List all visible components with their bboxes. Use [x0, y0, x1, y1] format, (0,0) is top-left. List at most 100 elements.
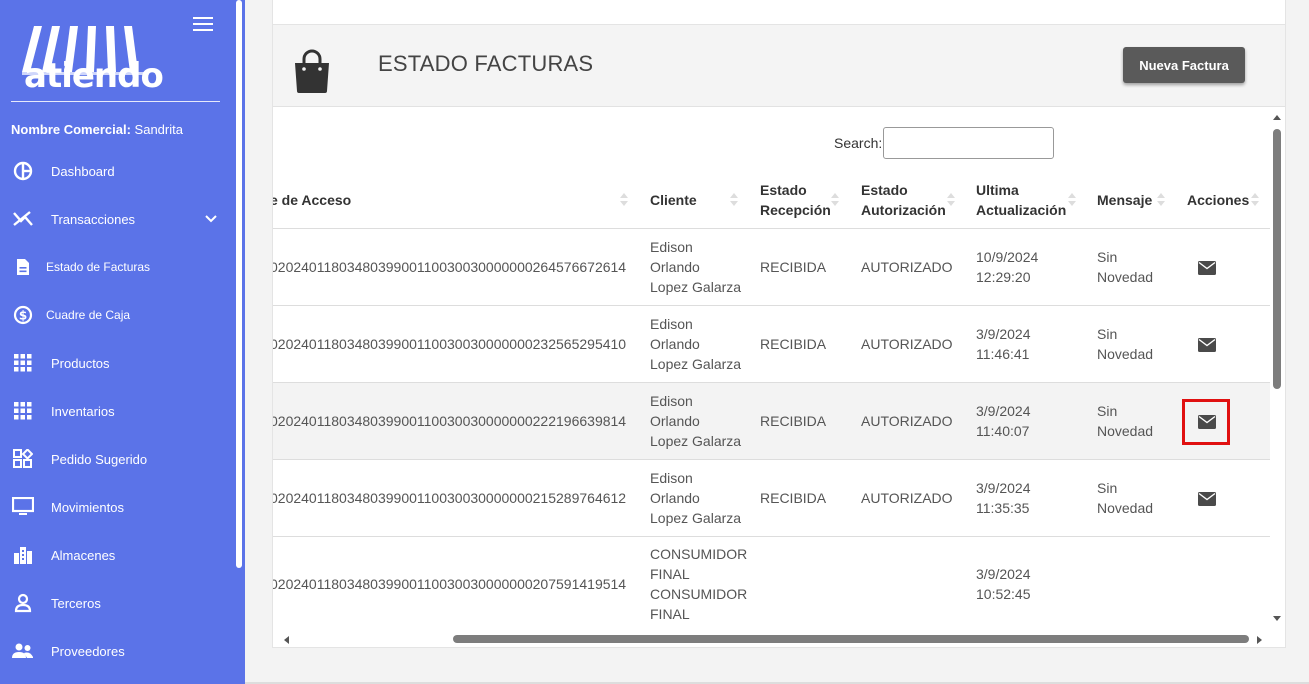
cell-fecha: 10/9/2024 12:29:20: [976, 247, 1038, 287]
cell-cliente: Edison Orlando Lopez Galarza: [650, 237, 741, 297]
search-input[interactable]: [883, 127, 1054, 159]
cell-recepcion: RECIBIDA: [760, 336, 827, 352]
header-line: Ultima: [976, 182, 1019, 198]
cell-line: Edison: [650, 470, 693, 486]
scroll-left-arrow-icon[interactable]: [281, 634, 291, 646]
header-line: Estado: [760, 182, 807, 198]
new-invoice-button[interactable]: Nueva Factura: [1123, 47, 1245, 83]
cell-fecha: 3/9/2024 10:52:45: [976, 564, 1031, 604]
table-row: 0202401180348039900110030030000000215289…: [273, 460, 1270, 537]
cell-line: Edison: [650, 239, 693, 255]
table-row: 0202401180348039900110030030000000207591…: [273, 537, 1270, 637]
grid-icon: [12, 352, 34, 374]
sidebar-item-transacciones[interactable]: Transacciones: [0, 199, 234, 239]
menu-toggle-icon[interactable]: [193, 17, 213, 31]
cell-clave: 0202401180348039900110030030000000207591…: [272, 576, 627, 592]
table-row: 0202401180348039900110030030000000264576…: [273, 229, 1270, 306]
dollar-circle-icon: $: [12, 304, 34, 326]
sidebar-item-label: Estado de Facturas: [46, 260, 151, 274]
sort-icon[interactable]: [1251, 193, 1259, 207]
cell-line: CONSUMIDOR: [650, 546, 748, 562]
vertical-scrollbar-thumb[interactable]: [1273, 129, 1281, 389]
cell-line: 3/9/2024: [976, 326, 1031, 342]
cell-line: Orlando: [650, 490, 700, 506]
scroll-down-arrow-icon[interactable]: [1271, 614, 1283, 624]
envelope-icon[interactable]: [1198, 338, 1216, 352]
sidebar-item-label: Cuadre de Caja: [46, 308, 131, 322]
column-header-clave[interactable]: e de Acceso: [273, 190, 351, 210]
column-header-estado-autorizacion[interactable]: Estado Autorización: [861, 180, 946, 220]
monitor-icon: [12, 496, 34, 518]
sort-icon[interactable]: [947, 193, 955, 207]
panel-header: ESTADO FACTURAS Nueva Factura: [273, 25, 1285, 107]
table-row: 0202401180348039900110030030000000222196…: [273, 383, 1270, 460]
page-title: ESTADO FACTURAS: [378, 51, 594, 76]
cell-line: Edison: [650, 393, 693, 409]
sort-icon[interactable]: [1157, 193, 1165, 207]
header-line: Autorización: [861, 202, 946, 218]
chevron-down-icon: [205, 215, 217, 223]
cell-line: Sin: [1097, 326, 1118, 342]
sidebar-item-productos[interactable]: Productos: [0, 343, 234, 383]
column-header-estado-recepcion[interactable]: Estado Recepción: [760, 180, 831, 220]
cell-line: Lopez Galarza: [650, 433, 742, 449]
cell-line: Sin: [1097, 403, 1118, 419]
sidebar-item-proveedores[interactable]: Proveedores: [0, 631, 234, 671]
cell-recepcion: RECIBIDA: [760, 490, 827, 506]
sidebar-item-label: Terceros: [51, 595, 101, 611]
cell-clave: 0202401180348039900110030030000000222196…: [272, 413, 627, 429]
header-line: Actualización: [976, 202, 1067, 218]
cell-line: Sin: [1097, 249, 1118, 265]
cell-line: Edison: [650, 316, 693, 332]
scroll-up-arrow-icon[interactable]: [1271, 112, 1283, 122]
column-header-cliente[interactable]: Cliente: [650, 190, 697, 210]
envelope-icon[interactable]: [1198, 492, 1216, 506]
sidebar-item-inventarios[interactable]: Inventarios: [0, 391, 234, 431]
document-icon: [12, 256, 34, 278]
sort-icon[interactable]: [620, 193, 628, 207]
cell-fecha: 3/9/2024 11:35:35: [976, 478, 1031, 518]
sidebar-item-cuadre-caja[interactable]: $ Cuadre de Caja: [0, 295, 234, 335]
cell-line: FINAL: [650, 566, 690, 582]
cell-cliente: Edison Orlando Lopez Galarza: [650, 391, 741, 451]
pie-chart-icon: [12, 160, 34, 182]
cell-line: FINAL: [650, 606, 690, 622]
sidebar-scrollbar-thumb[interactable]: [236, 0, 242, 568]
sidebar-item-almacenes[interactable]: Almacenes: [0, 535, 234, 575]
cell-line: Lopez Galarza: [650, 356, 742, 372]
column-header-acciones[interactable]: Acciones: [1187, 190, 1249, 210]
sidebar-item-estado-facturas[interactable]: Estado de Facturas: [0, 247, 234, 287]
scroll-right-arrow-icon[interactable]: [1255, 634, 1265, 646]
sidebar-item-label: Transacciones: [51, 211, 136, 227]
cell-line: 3/9/2024: [976, 566, 1031, 582]
sidebar-item-pedido-sugerido[interactable]: Pedido Sugerido: [0, 439, 234, 479]
building-icon: [12, 544, 34, 566]
sidebar-item-label: Almacenes: [51, 547, 116, 563]
shapes-icon: [12, 448, 34, 470]
cell-line: Lopez Galarza: [650, 279, 742, 295]
table-header: e de Acceso Cliente Estado Recepción Est…: [273, 171, 1270, 229]
column-header-mensaje[interactable]: Mensaje: [1097, 190, 1152, 210]
cell-mensaje: Sin Novedad: [1097, 247, 1153, 287]
sort-icon[interactable]: [831, 193, 839, 207]
sort-icon[interactable]: [1068, 193, 1076, 207]
envelope-icon[interactable]: [1198, 261, 1216, 275]
horizontal-scrollbar-thumb[interactable]: [453, 635, 1249, 643]
logo-text: atiendo: [24, 56, 164, 96]
sidebar-item-movimientos[interactable]: Movimientos: [0, 487, 234, 527]
cell-line: 11:46:41: [976, 346, 1030, 362]
sidebar-item-dashboard[interactable]: Dashboard: [0, 151, 234, 191]
sidebar-item-terceros[interactable]: Terceros: [0, 583, 234, 623]
sort-icon[interactable]: [730, 193, 738, 207]
grid-icon: [12, 400, 34, 422]
sidebar-divider: [11, 101, 220, 102]
envelope-icon[interactable]: [1198, 415, 1216, 429]
cell-line: Novedad: [1097, 269, 1154, 285]
column-header-ultima-actualizacion[interactable]: Ultima Actualización: [976, 180, 1066, 220]
store-label: Nombre Comercial:: [11, 122, 131, 137]
cell-recepcion: RECIBIDA: [760, 259, 827, 275]
svg-text:$: $: [19, 309, 27, 323]
store-name: Nombre Comercial: Sandrita: [11, 122, 183, 137]
cell-autorizacion: AUTORIZADO: [861, 490, 953, 506]
cell-autorizacion: AUTORIZADO: [861, 336, 953, 352]
